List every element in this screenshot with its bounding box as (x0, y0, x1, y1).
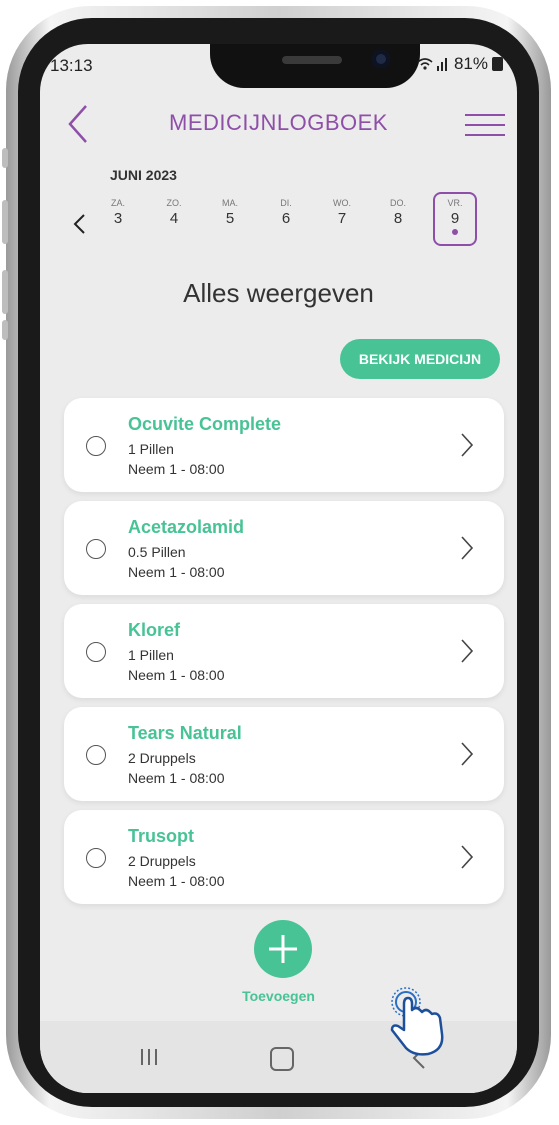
radio-icon[interactable] (86, 848, 106, 868)
chevron-left-icon[interactable] (70, 212, 90, 236)
medication-card[interactable]: Acetazolamid 0.5 Pillen Neem 1 - 08:00 (64, 501, 504, 595)
chevron-right-icon (461, 845, 474, 869)
medication-card[interactable]: Ocuvite Complete 1 Pillen Neem 1 - 08:00 (64, 398, 504, 492)
medication-dose: 2 Druppels (128, 750, 196, 766)
selected-day-dot (452, 229, 458, 235)
filter-heading[interactable]: Alles weergeven (40, 278, 517, 309)
medication-name: Trusopt (128, 826, 194, 846)
medication-name: Kloref (128, 620, 181, 640)
medication-name: Ocuvite Complete (128, 414, 282, 434)
calendar-day[interactable]: DI. 6 (266, 198, 306, 227)
calendar-day[interactable]: ZA. 3 (98, 198, 138, 227)
calendar-day[interactable]: MA. 5 (210, 198, 250, 227)
medication-dose: 0.5 Pillen (128, 544, 186, 560)
battery-icon (492, 57, 503, 71)
add-medication-button[interactable] (254, 920, 312, 978)
medication-name: Acetazolamid (128, 517, 245, 537)
hamburger-menu-icon[interactable] (465, 106, 505, 142)
medication-card[interactable]: Tears Natural 2 Druppels Neem 1 - 08:00 (64, 707, 504, 801)
chevron-right-icon (461, 742, 474, 766)
medication-dose: 1 Pillen (128, 647, 174, 663)
front-camera (372, 50, 390, 68)
medication-schedule: Neem 1 - 08:00 (128, 770, 225, 786)
medication-card[interactable]: Trusopt 2 Druppels Neem 1 - 08:00 (64, 810, 504, 904)
home-icon[interactable] (270, 1047, 294, 1071)
camera-notch (210, 44, 420, 88)
radio-icon[interactable] (86, 642, 106, 662)
medication-schedule: Neem 1 - 08:00 (128, 873, 225, 889)
medication-dose: 1 Pillen (128, 441, 174, 457)
radio-icon[interactable] (86, 436, 106, 456)
medication-schedule: Neem 1 - 08:00 (128, 667, 225, 683)
phone-screen: 13:13 81% MEDICIJNLOGBOEK JUNI 2023 ZA. … (40, 44, 517, 1093)
calendar-month: JUNI 2023 (110, 167, 177, 183)
medication-name: Tears Natural (128, 723, 242, 743)
calendar-day[interactable]: DO. 8 (378, 198, 418, 227)
chevron-right-icon (461, 433, 474, 457)
chevron-right-icon (461, 639, 474, 663)
side-button (2, 320, 8, 340)
view-medication-button[interactable]: BEKIJK MEDICIJN (340, 339, 500, 379)
page-title: MEDICIJNLOGBOEK (169, 110, 388, 135)
medication-dose: 2 Druppels (128, 853, 196, 869)
wifi-signal-icon (417, 58, 447, 71)
side-button (2, 270, 8, 314)
side-button (2, 200, 8, 244)
medication-card[interactable]: Kloref 1 Pillen Neem 1 - 08:00 (64, 604, 504, 698)
calendar-day-selected[interactable]: VR. 9 (433, 192, 477, 246)
app-header: MEDICIJNLOGBOEK (40, 100, 517, 156)
radio-icon[interactable] (86, 539, 106, 559)
calendar-day[interactable]: WO. 7 (322, 198, 362, 227)
tap-hand-icon (390, 987, 444, 1056)
status-icons: 81% (416, 54, 503, 74)
side-button (2, 148, 8, 168)
calendar-day[interactable]: ZO. 4 (154, 198, 194, 227)
speaker-grille (282, 56, 342, 64)
medication-schedule: Neem 1 - 08:00 (128, 461, 225, 477)
chevron-right-icon (461, 536, 474, 560)
radio-icon[interactable] (86, 745, 106, 765)
medication-schedule: Neem 1 - 08:00 (128, 564, 225, 580)
status-time: 13:13 (50, 56, 93, 75)
battery-percent: 81% (453, 54, 488, 73)
plus-icon (269, 935, 297, 963)
recent-apps-icon[interactable] (134, 1045, 164, 1069)
